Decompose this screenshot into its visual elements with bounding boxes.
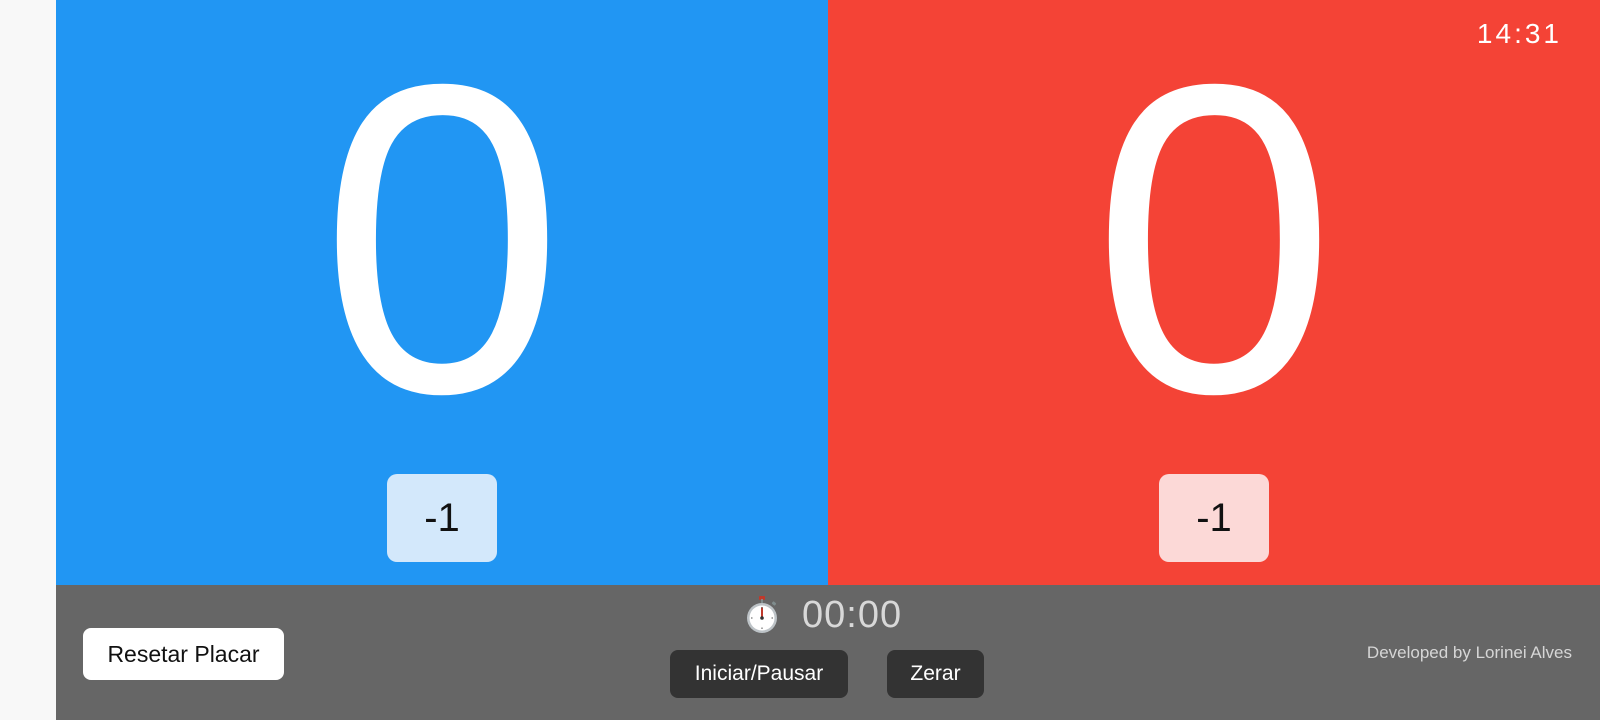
team-blue-panel[interactable]: 0 -1 [56, 0, 828, 585]
footer-bar: Resetar Placar 00:00 Iniciar/Pausar Zera… [56, 585, 1600, 720]
left-gutter [0, 0, 56, 720]
team-red-panel[interactable]: 14:31 0 -1 [828, 0, 1600, 585]
scoreboard-app: 0 -1 14:31 0 -1 Resetar Placar 00:00 Ini… [56, 0, 1600, 720]
start-pause-button[interactable]: Iniciar/Pausar [670, 650, 848, 698]
zero-timer-button[interactable]: Zerar [887, 650, 984, 698]
team-blue-minus-button[interactable]: -1 [387, 474, 497, 562]
team-red-score[interactable]: 0 [828, 20, 1600, 460]
timer-value: 00:00 [802, 593, 903, 636]
team-blue-score[interactable]: 0 [56, 20, 828, 460]
stopwatch-icon [742, 595, 782, 635]
team-red-minus-button[interactable]: -1 [1159, 474, 1269, 562]
reset-score-button[interactable]: Resetar Placar [83, 628, 284, 680]
developer-credit: Developed by Lorinei Alves [1366, 643, 1572, 662]
match-timer: 00:00 [742, 591, 902, 639]
